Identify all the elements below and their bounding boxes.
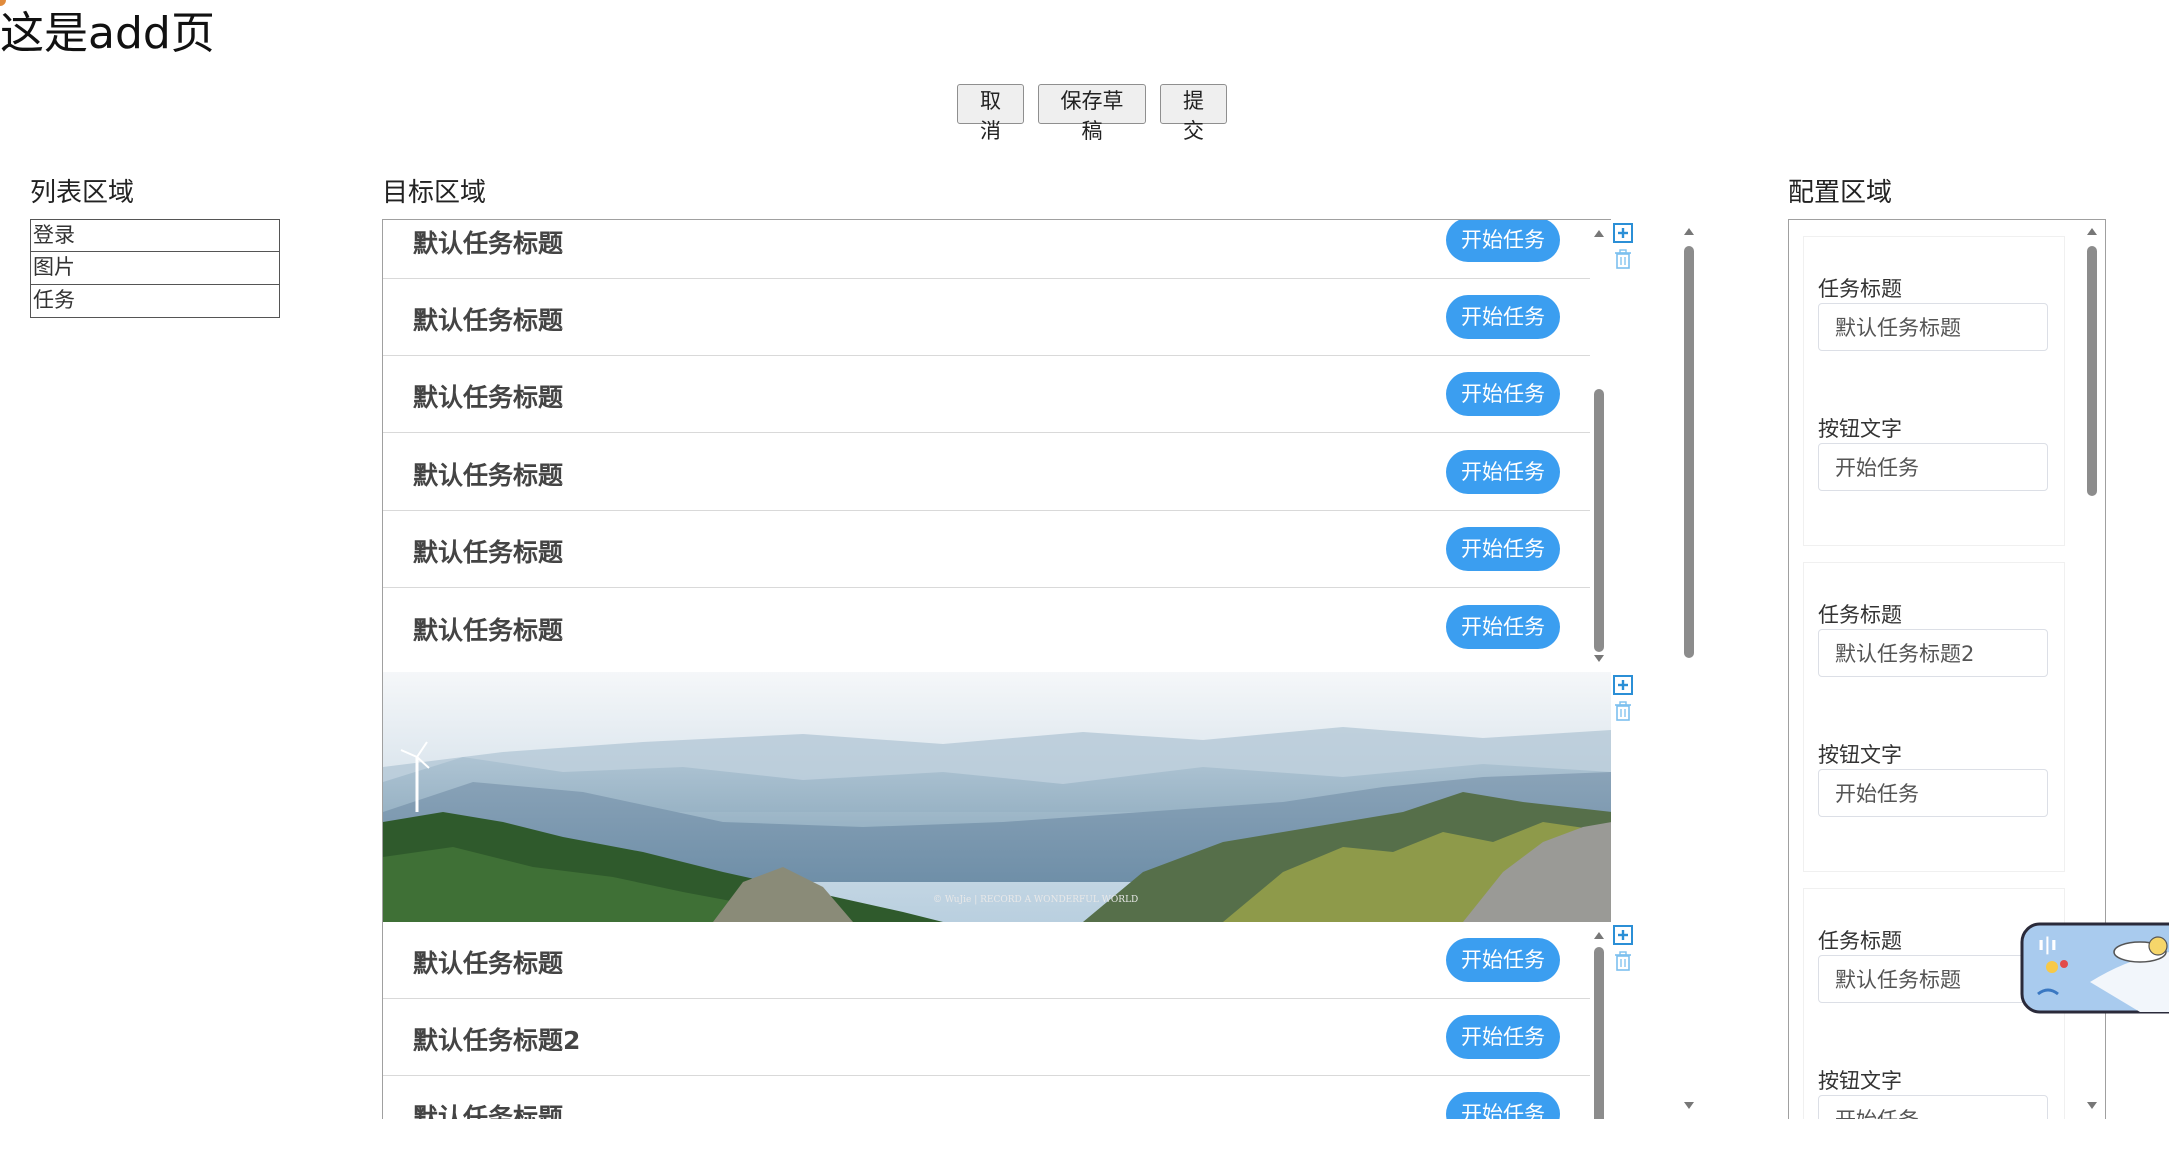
add-module-icon[interactable]: [1612, 674, 1634, 696]
config-area-title: 配置区域: [1788, 178, 1893, 208]
button-text-label: 按钮文字: [1818, 743, 1902, 767]
submit-button[interactable]: 提交: [1160, 84, 1227, 143]
task-row: 默认任务标题 开始任务: [383, 434, 1590, 511]
landscape-image: © WuJie | RECORD A WONDERFUL WORLD: [383, 672, 1611, 922]
task-title-input[interactable]: [1818, 303, 2048, 351]
button-text-input[interactable]: [1818, 769, 2048, 817]
task-title-input[interactable]: [1818, 955, 2048, 1003]
page-title: 这是add页: [0, 8, 215, 59]
task-row: 默认任务标题 开始任务: [383, 922, 1590, 999]
task-title: 默认任务标题: [413, 229, 564, 258]
delete-module-icon[interactable]: [1612, 950, 1634, 972]
task-title: 默认任务标题: [413, 949, 564, 978]
task-row: 默认任务标题 开始任务: [383, 279, 1590, 356]
component-list: 登录 图片 任务: [30, 219, 280, 318]
add-module-icon[interactable]: [1612, 924, 1634, 946]
task-title: 默认任务标题: [413, 306, 564, 335]
task-title-label: 任务标题: [1818, 929, 1902, 953]
start-task-button[interactable]: 开始任务: [1446, 605, 1560, 649]
task-row: 默认任务标题 开始任务: [383, 589, 1590, 666]
task-list-scrollbar[interactable]: [1590, 220, 1608, 672]
delete-module-icon[interactable]: [1612, 700, 1634, 722]
task-row: 默认任务标题 开始任务: [383, 356, 1590, 433]
task-title: 默认任务标题: [413, 383, 564, 412]
svg-text:ı|ı: ı|ı: [2038, 934, 2057, 955]
start-task-button[interactable]: 开始任务: [1446, 527, 1560, 571]
button-text-input[interactable]: [1818, 1095, 2048, 1119]
task-row: 默认任务标题 开始任务: [383, 511, 1590, 588]
cancel-button[interactable]: 取消: [957, 84, 1024, 143]
start-task-button[interactable]: 开始任务: [1446, 220, 1560, 262]
button-text-label: 按钮文字: [1818, 1069, 1902, 1093]
start-task-button[interactable]: 开始任务: [1446, 938, 1560, 982]
add-module-icon[interactable]: [1612, 222, 1634, 244]
task-list-module-2[interactable]: 默认任务标题 开始任务 默认任务标题2 开始任务 默认任务标题 开始任务: [383, 922, 1611, 1119]
image-watermark: © WuJie | RECORD A WONDERFUL WORLD: [933, 895, 1138, 905]
config-card: 任务标题 按钮文字: [1803, 562, 2065, 872]
task-title: 默认任务标题2: [413, 1026, 581, 1055]
delete-module-icon[interactable]: [1612, 248, 1634, 270]
target-area-scrollbar[interactable]: [1680, 226, 1698, 1116]
list-area-title: 列表区域: [30, 178, 135, 208]
task-row: 默认任务标题2 开始任务: [383, 999, 1590, 1076]
task-title-input[interactable]: [1818, 629, 2048, 677]
task-row: 默认任务标题 开始任务: [383, 220, 1590, 279]
list-item-login[interactable]: 登录: [30, 219, 280, 252]
task-title-label: 任务标题: [1818, 603, 1902, 627]
start-task-button[interactable]: 开始任务: [1446, 295, 1560, 339]
config-card: 任务标题 按钮文字: [1803, 236, 2065, 546]
task-list-2-scrollbar[interactable]: [1590, 922, 1608, 1119]
button-text-label: 按钮文字: [1818, 417, 1902, 441]
start-task-button[interactable]: 开始任务: [1446, 372, 1560, 416]
task-title-label: 任务标题: [1818, 277, 1902, 301]
task-list-module-1[interactable]: 默认任务标题 开始任务 默认任务标题 开始任务 默认任务标题 开始任务 默认任务…: [383, 220, 1611, 673]
list-item-image[interactable]: 图片: [30, 252, 280, 285]
task-title: 默认任务标题: [413, 1103, 564, 1119]
button-text-input[interactable]: [1818, 443, 2048, 491]
start-task-button[interactable]: 开始任务: [1446, 1015, 1560, 1059]
task-row: 默认任务标题 开始任务: [383, 1076, 1590, 1119]
start-task-button[interactable]: 开始任务: [1446, 450, 1560, 494]
save-draft-button[interactable]: 保存草稿: [1038, 84, 1146, 143]
target-canvas[interactable]: 默认任务标题 开始任务 默认任务标题 开始任务 默认任务标题 开始任务 默认任务…: [382, 219, 1611, 1119]
weather-widget[interactable]: ı|ı: [2020, 922, 2169, 1014]
list-item-task[interactable]: 任务: [30, 285, 280, 318]
task-title: 默认任务标题: [413, 461, 564, 490]
task-title: 默认任务标题: [413, 616, 564, 645]
target-area-title: 目标区域: [382, 178, 487, 208]
start-task-button[interactable]: 开始任务: [1446, 1092, 1560, 1119]
task-title: 默认任务标题: [413, 538, 564, 567]
